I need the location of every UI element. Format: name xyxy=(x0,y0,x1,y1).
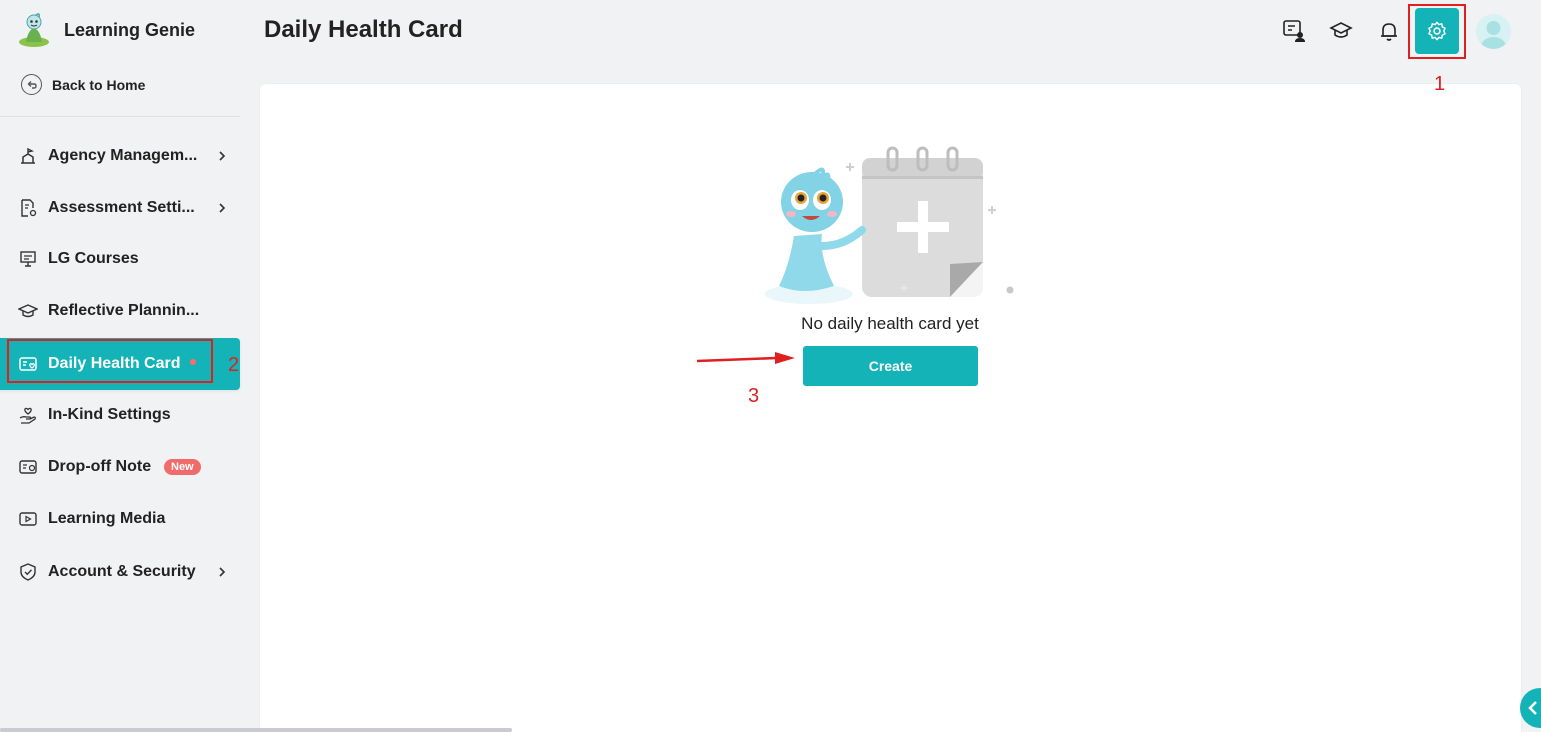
annotation-arrow-icon xyxy=(697,352,795,364)
sidebar-item-label: In-Kind Settings xyxy=(48,406,171,423)
hand-heart-icon xyxy=(19,407,36,424)
bell-icon[interactable] xyxy=(1377,19,1401,43)
sidebar-item-label: Account & Security xyxy=(48,563,196,580)
agency-icon xyxy=(21,147,35,164)
presentation-board-icon xyxy=(20,251,36,267)
sidebar-item-assessment-settings[interactable]: Assessment Setti... xyxy=(0,186,240,230)
graduation-cap-icon[interactable] xyxy=(1329,19,1353,43)
chevron-right-icon xyxy=(219,567,226,577)
collapse-panel-button[interactable] xyxy=(1520,688,1541,728)
sidebar-item-learning-media[interactable]: Learning Media xyxy=(0,497,240,541)
empty-state-message: No daily health card yet xyxy=(801,314,979,333)
sidebar-item-reflective-planning[interactable]: Reflective Plannin... xyxy=(0,289,240,333)
sidebar-item-label: Reflective Plannin... xyxy=(48,302,200,319)
sidebar-item-drop-off-note[interactable]: Drop-off Note New xyxy=(0,445,240,489)
sidebar-item-in-kind-settings[interactable]: In-Kind Settings xyxy=(0,393,240,437)
brand-name: Learning Genie xyxy=(64,19,196,40)
shield-check-icon xyxy=(20,563,36,581)
sidebar-item-label: Agency Managem... xyxy=(48,147,198,164)
sidebar-item-label: Assessment Setti... xyxy=(48,199,195,216)
annotation-number: 2 xyxy=(228,354,240,376)
back-arrow-icon xyxy=(21,74,42,95)
assessment-settings-icon xyxy=(21,199,37,217)
chevron-right-icon xyxy=(219,151,226,161)
chevron-right-icon xyxy=(219,203,226,213)
back-to-home-label: Back to Home xyxy=(52,76,146,93)
learning-genie-logo-icon xyxy=(19,13,49,47)
sidebar-divider xyxy=(0,116,240,117)
back-to-home-link[interactable]: Back to Home xyxy=(21,74,145,95)
sidebar-item-lg-courses[interactable]: LG Courses xyxy=(0,237,240,281)
annotation-box-daily-health-card xyxy=(7,339,213,383)
note-card-icon xyxy=(19,460,37,474)
annotation-box-settings xyxy=(1408,4,1466,59)
chevron-left-icon xyxy=(1528,701,1537,715)
sidebar-item-label: LG Courses xyxy=(48,250,139,267)
brand[interactable]: Learning Genie xyxy=(16,12,195,48)
sidebar-item-agency-management[interactable]: Agency Managem... xyxy=(0,134,240,178)
annotation-number: 1 xyxy=(1434,73,1446,95)
graduation-cap-icon xyxy=(18,304,38,318)
create-button[interactable]: Create xyxy=(803,346,978,386)
play-video-icon xyxy=(19,512,37,526)
sidebar-item-account-security[interactable]: Account & Security xyxy=(0,550,240,594)
user-avatar[interactable] xyxy=(1476,14,1511,49)
new-badge: New xyxy=(164,459,201,475)
sidebar-item-label: Learning Media xyxy=(48,510,166,527)
sidebar-item-label: Drop-off Note xyxy=(48,458,152,475)
empty-calendar-genie-illustration xyxy=(765,146,1014,304)
annotation-number: 3 xyxy=(748,385,760,407)
horizontal-scrollbar[interactable] xyxy=(0,728,512,732)
page-title: Daily Health Card xyxy=(264,16,463,43)
chat-user-icon[interactable] xyxy=(1282,19,1306,43)
avatar-placeholder-icon xyxy=(1480,21,1507,49)
